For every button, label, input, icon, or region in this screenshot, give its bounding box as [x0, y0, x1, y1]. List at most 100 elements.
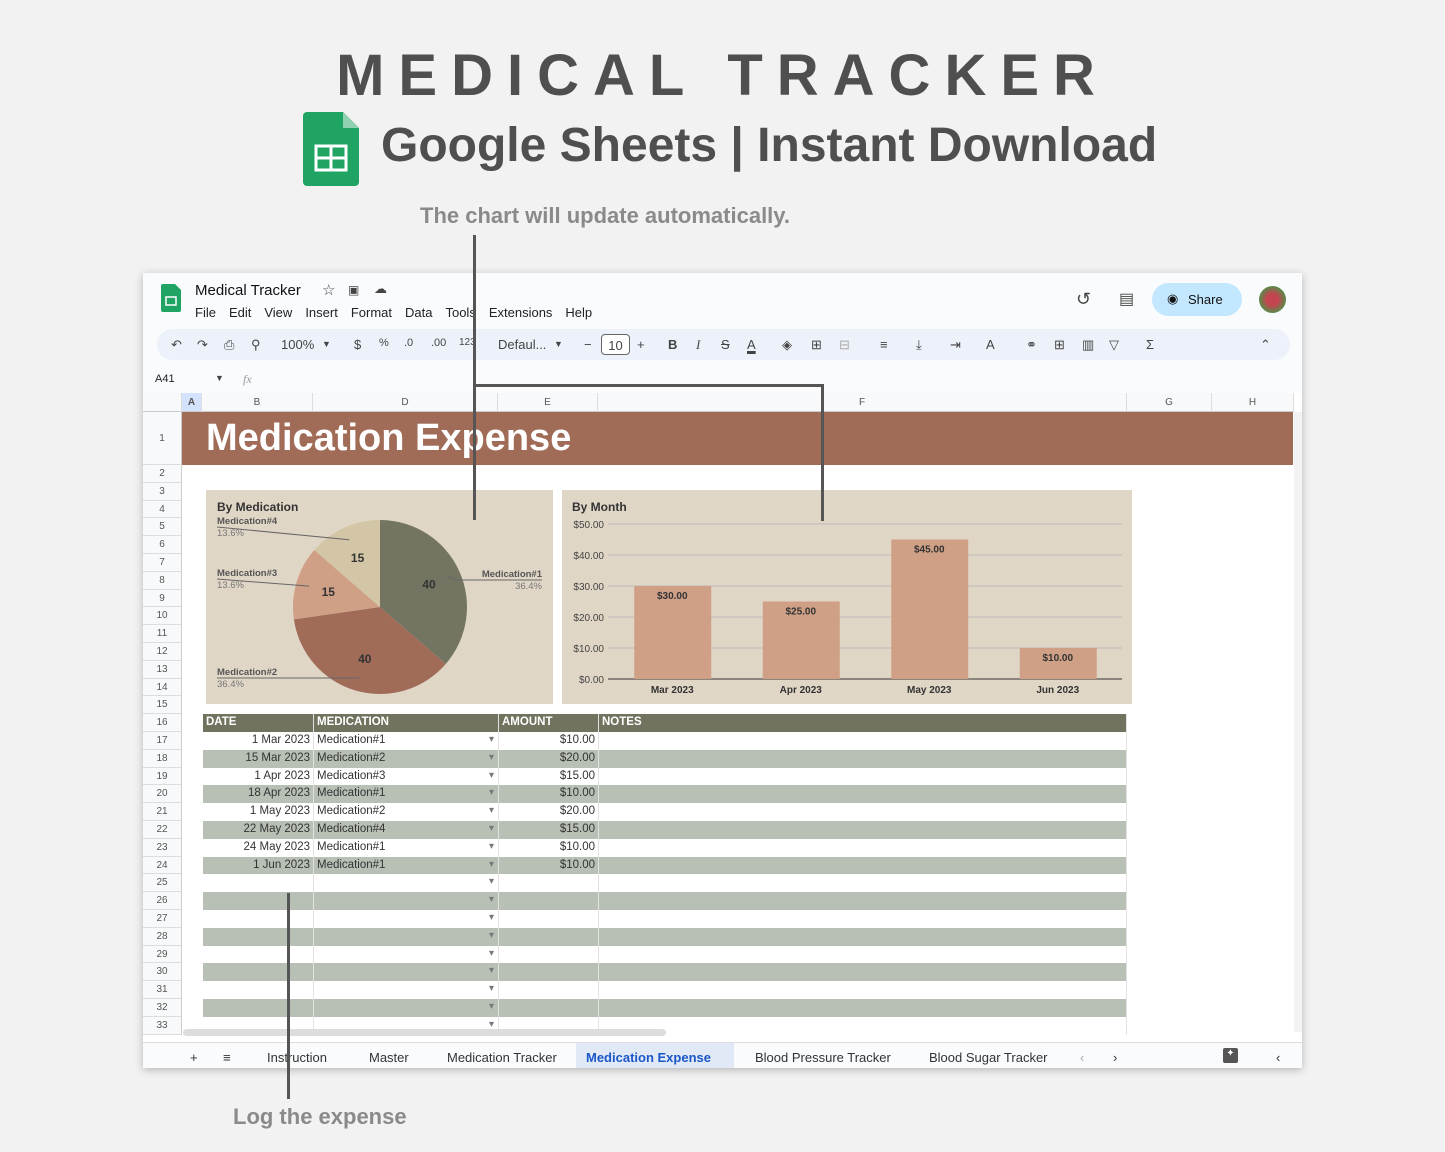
row-header[interactable]: 26	[143, 892, 182, 910]
dropdown-arrow-icon[interactable]: ▾	[489, 770, 494, 781]
notes-cell[interactable]	[599, 892, 1127, 910]
dropdown-arrow-icon[interactable]: ▾	[489, 841, 494, 852]
percent-button[interactable]: %	[379, 337, 389, 349]
functions-button[interactable]: Σ	[1146, 337, 1154, 352]
dropdown-arrow-icon[interactable]: ▾	[489, 1001, 494, 1012]
column-header-g[interactable]: G	[1127, 393, 1212, 412]
dropdown-arrow-icon[interactable]: ▾	[489, 787, 494, 798]
vertical-scrollbar[interactable]	[1294, 412, 1302, 1032]
row-header[interactable]: 25	[143, 874, 182, 893]
borders-icon[interactable]: ⊞	[811, 337, 822, 353]
medication-dropdown[interactable]: ▾	[314, 927, 499, 946]
date-cell[interactable]: 22 May 2023	[203, 821, 314, 839]
medication-dropdown[interactable]: ▾	[314, 963, 499, 982]
date-cell[interactable]	[203, 963, 314, 982]
column-header-e[interactable]: E	[498, 393, 598, 412]
dropdown-arrow-icon[interactable]: ▾	[489, 948, 494, 959]
notes-cell[interactable]	[599, 767, 1127, 786]
row-header[interactable]: 18	[143, 749, 182, 768]
notes-cell[interactable]	[599, 856, 1127, 875]
zoom-select[interactable]: 100%	[281, 337, 314, 352]
row-header[interactable]: 3	[143, 482, 182, 501]
star-icon[interactable]: ☆	[322, 281, 335, 299]
notes-cell[interactable]	[599, 910, 1127, 928]
dropdown-arrow-icon[interactable]: ▾	[489, 965, 494, 976]
table-header-amount[interactable]: AMOUNT	[499, 714, 599, 732]
select-all-corner[interactable]	[143, 393, 182, 412]
table-header-medication[interactable]: MEDICATION	[314, 714, 499, 732]
merge-cells-icon[interactable]: ⊟	[839, 337, 850, 353]
dropdown-arrow-icon[interactable]: ▾	[489, 752, 494, 763]
chevron-down-icon[interactable]: ▼	[322, 339, 331, 349]
tab-blood-pressure-tracker[interactable]: Blood Pressure Tracker	[755, 1050, 891, 1065]
currency-button[interactable]: $	[354, 337, 361, 352]
row-header[interactable]: 8	[143, 571, 182, 590]
date-cell[interactable]: 1 Mar 2023	[203, 732, 314, 750]
row-header[interactable]: 9	[143, 589, 182, 608]
dropdown-arrow-icon[interactable]: ▾	[489, 805, 494, 816]
row-header[interactable]: 13	[143, 660, 182, 679]
tab-master[interactable]: Master	[369, 1050, 409, 1065]
medication-dropdown[interactable]: Medication#3 ▾	[314, 767, 499, 786]
amount-cell[interactable]: $10.00	[499, 856, 599, 875]
fill-color-icon[interactable]: ◈	[782, 337, 792, 353]
medication-dropdown[interactable]: ▾	[314, 892, 499, 910]
row-header[interactable]: 6	[143, 536, 182, 554]
row-header[interactable]: 28	[143, 927, 182, 946]
amount-cell[interactable]	[499, 963, 599, 982]
medication-dropdown[interactable]: Medication#2 ▾	[314, 749, 499, 768]
version-history-icon[interactable]: ↺	[1076, 289, 1091, 310]
avatar[interactable]	[1259, 286, 1286, 313]
strikethrough-icon[interactable]: S	[721, 337, 730, 352]
print-icon[interactable]: ⎙	[224, 337, 234, 353]
notes-cell[interactable]	[599, 981, 1127, 999]
date-cell[interactable]	[203, 874, 314, 893]
menu-tools[interactable]: Tools	[445, 305, 475, 320]
notes-cell[interactable]	[599, 838, 1127, 857]
all-sheets-icon[interactable]: ≡	[223, 1050, 231, 1065]
chevron-down-icon[interactable]: ▼	[215, 373, 224, 383]
font-select[interactable]: Defaul...	[498, 337, 546, 352]
date-cell[interactable]: 1 Jun 2023	[203, 856, 314, 875]
date-cell[interactable]: 18 Apr 2023	[203, 785, 314, 804]
row-header[interactable]: 31	[143, 981, 182, 999]
amount-cell[interactable]: $10.00	[499, 732, 599, 750]
notes-cell[interactable]	[599, 999, 1127, 1017]
notes-cell[interactable]	[599, 1016, 1127, 1035]
dropdown-arrow-icon[interactable]: ▾	[489, 734, 494, 745]
date-cell[interactable]: 1 May 2023	[203, 803, 314, 821]
row-header[interactable]: 19	[143, 767, 182, 786]
tab-medication-tracker[interactable]: Medication Tracker	[447, 1050, 557, 1065]
row-header[interactable]: 32	[143, 999, 182, 1017]
redo-icon[interactable]: ↷	[197, 337, 208, 353]
medication-dropdown[interactable]: ▾	[314, 874, 499, 893]
text-color-icon[interactable]: A	[747, 337, 756, 352]
amount-cell[interactable]	[499, 999, 599, 1017]
notes-cell[interactable]	[599, 821, 1127, 839]
amount-cell[interactable]	[499, 927, 599, 946]
amount-cell[interactable]	[499, 945, 599, 964]
medication-dropdown[interactable]: Medication#2 ▾	[314, 803, 499, 821]
comments-icon[interactable]: ▤	[1119, 289, 1134, 309]
chart-insert-icon[interactable]: ▥	[1082, 337, 1094, 353]
table-header-date[interactable]: DATE	[203, 714, 314, 732]
row-header[interactable]: 24	[143, 856, 182, 875]
amount-cell[interactable]: $20.00	[499, 749, 599, 768]
row-header[interactable]: 33	[143, 1016, 182, 1035]
column-header-a[interactable]: A	[182, 393, 202, 412]
notes-cell[interactable]	[599, 749, 1127, 768]
date-cell[interactable]	[203, 927, 314, 946]
date-cell[interactable]: 24 May 2023	[203, 838, 314, 857]
document-title[interactable]: Medical Tracker	[195, 282, 301, 299]
dropdown-arrow-icon[interactable]: ▾	[489, 983, 494, 994]
share-button[interactable]: ◉ Share	[1152, 283, 1242, 316]
horizontal-align-icon[interactable]: ≡	[880, 337, 888, 352]
chevron-down-icon[interactable]: ▼	[554, 339, 563, 349]
date-cell[interactable]: 1 Apr 2023	[203, 767, 314, 786]
add-sheet-icon[interactable]: +	[190, 1050, 198, 1065]
notes-cell[interactable]	[599, 803, 1127, 821]
filter-icon[interactable]: ▽	[1109, 337, 1119, 353]
notes-cell[interactable]	[599, 732, 1127, 750]
scroll-tabs-right-icon[interactable]: ›	[1113, 1050, 1117, 1065]
dropdown-arrow-icon[interactable]: ▾	[489, 930, 494, 941]
